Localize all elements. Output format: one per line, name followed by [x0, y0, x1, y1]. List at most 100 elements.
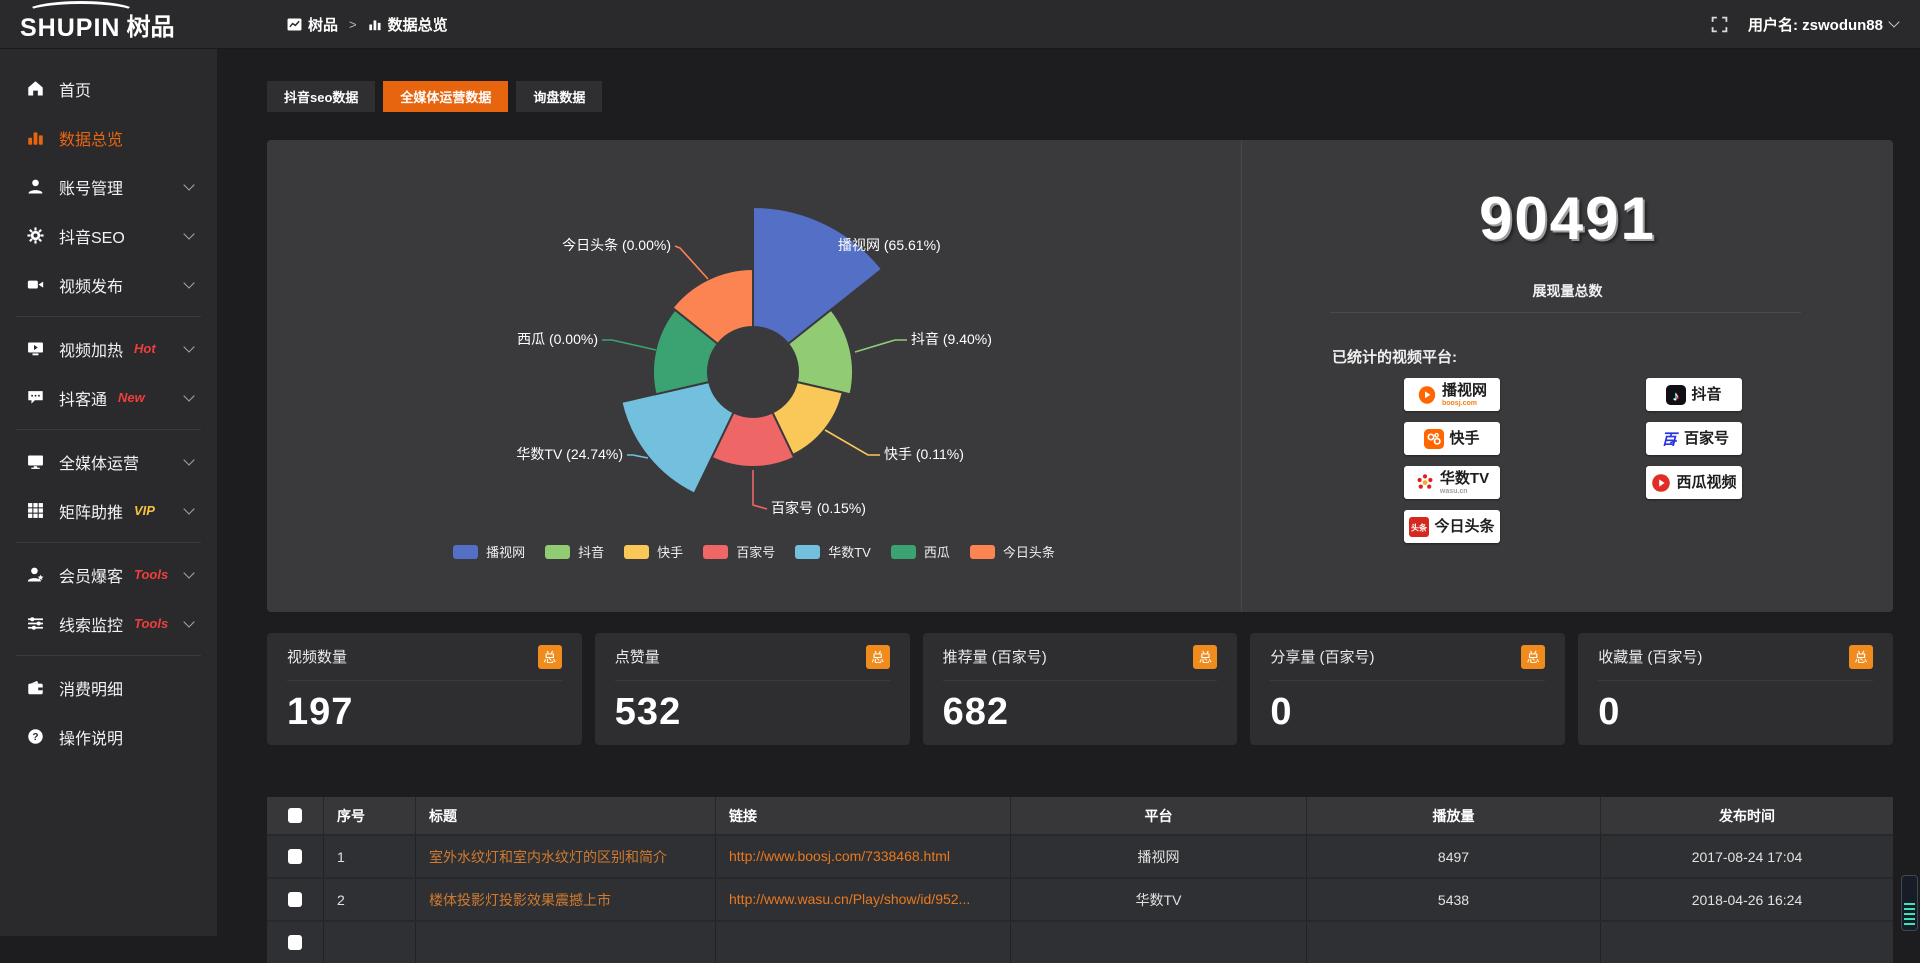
- sidebar-item-1[interactable]: 首页: [0, 64, 217, 113]
- table-row-partial: [267, 922, 1893, 963]
- platform-badge-text: 百家号: [1684, 431, 1729, 446]
- tab-3[interactable]: 询盘数据: [516, 81, 602, 112]
- row-checkbox-cell: [267, 836, 323, 877]
- sidebar-item-6[interactable]: 视频加热 Hot: [0, 324, 217, 373]
- legend-label: 抖音: [578, 542, 604, 561]
- pie-label-line: [627, 455, 648, 458]
- legend-item-播视网[interactable]: 播视网: [453, 542, 525, 561]
- row-checkbox[interactable]: [288, 892, 302, 907]
- svg-text:头条: 头条: [1411, 522, 1428, 532]
- rose-pie-chart: 播视网 (65.61%)抖音 (9.40%)快手 (0.11%)百家号 (0.1…: [267, 140, 1241, 540]
- user-menu[interactable]: 用户名: zswodun88: [1748, 14, 1898, 35]
- stat-card-value: 0: [1270, 691, 1545, 734]
- stat-card-3: 推荐量 (百家号)总682: [923, 633, 1238, 745]
- legend-swatch: [891, 545, 916, 559]
- pie-label-播视网: 播视网 (65.61%): [838, 237, 941, 253]
- stat-card-title: 视频数量: [287, 646, 347, 667]
- stat-card-5: 收藏量 (百家号)总0: [1578, 633, 1893, 745]
- line-chart-icon: [287, 18, 302, 31]
- sidebar-item-13[interactable]: ?操作说明: [0, 712, 217, 761]
- logo-arc: [26, 1, 136, 23]
- sidebar-item-label: 视频发布: [59, 273, 123, 297]
- breadcrumb-item-current[interactable]: 数据总览: [368, 14, 448, 35]
- table-header-row: 序号标题链接平台播放量发布时间: [267, 797, 1893, 834]
- column-header-6: 发布时间: [1600, 797, 1893, 834]
- header-checkbox-cell: [267, 797, 323, 834]
- sidebar-item-badge: Tools: [134, 616, 168, 631]
- breadcrumb-item-home[interactable]: 树品: [287, 14, 338, 35]
- row-checkbox[interactable]: [288, 849, 302, 864]
- total-badge: 总: [1193, 645, 1217, 669]
- platform-badge-douyin: ♪♪♪抖音: [1646, 378, 1742, 411]
- top-bar: SHUPIN 树品 树品 > 数据总览 用户名: zswodun88: [0, 0, 1920, 49]
- overview-panel: 播视网 (65.61%)抖音 (9.40%)快手 (0.11%)百家号 (0.1…: [267, 140, 1893, 612]
- cell-link: [715, 922, 1010, 963]
- breadcrumb-label: 数据总览: [388, 14, 448, 35]
- breadcrumb-label: 树品: [308, 14, 338, 35]
- cell-platform: 华数TV: [1010, 879, 1306, 920]
- sidebar-item-12[interactable]: 消费明细: [0, 663, 217, 712]
- sidebar-item-7[interactable]: 抖客通New: [0, 373, 217, 422]
- video-title-link[interactable]: 楼体投影灯投影效果震撼上市: [429, 890, 611, 910]
- cell-title: [415, 922, 715, 963]
- floating-widget[interactable]: [1901, 875, 1918, 931]
- select-all-checkbox[interactable]: [288, 808, 302, 823]
- sidebar-item-4[interactable]: 抖音SEO: [0, 211, 217, 260]
- sidebar-divider: [16, 429, 201, 430]
- total-badge: 总: [1521, 645, 1545, 669]
- cell-index: 2: [323, 879, 415, 920]
- pie-slice-华数TV[interactable]: [621, 382, 733, 494]
- table-row: 1 室外水纹灯和室内水纹灯的区别和简介 http://www.boosj.com/7…: [267, 836, 1893, 877]
- video-url-link[interactable]: http://www.wasu.cn/Play/show/id/952...: [729, 879, 970, 920]
- cell-platform: 播视网: [1010, 836, 1306, 877]
- sidebar-item-badge: Hot: [134, 341, 156, 356]
- video-title-link[interactable]: 室外水纹灯和室内水纹灯的区别和简介: [429, 847, 667, 867]
- cell-index: 1: [323, 836, 415, 877]
- sidebar-item-5[interactable]: 视频发布: [0, 260, 217, 309]
- pie-label-line: [602, 340, 656, 350]
- total-badge: 总: [1849, 645, 1873, 669]
- legend-item-今日头条[interactable]: 今日头条: [970, 542, 1055, 561]
- legend-item-抖音[interactable]: 抖音: [545, 542, 604, 561]
- floating-widget-stripes: [1904, 903, 1915, 927]
- stat-card-header: 点赞量总: [615, 633, 890, 681]
- toutiao-logo-icon: 头条: [1409, 517, 1429, 537]
- sidebar-item-label: 操作说明: [59, 725, 123, 749]
- tab-1[interactable]: 抖音seo数据: [267, 81, 375, 112]
- tab-2[interactable]: 全媒体运营数据: [383, 81, 508, 112]
- platform-badge-text: 西瓜视频: [1676, 475, 1736, 490]
- cell-link: http://www.boosj.com/7338468.html: [715, 836, 1010, 877]
- sidebar-divider: [16, 542, 201, 543]
- legend-item-华数TV[interactable]: 华数TV: [795, 542, 871, 561]
- legend-item-百家号[interactable]: 百家号: [703, 542, 775, 561]
- sidebar-item-label: 消费明细: [59, 676, 123, 700]
- platforms-title: 已统计的视频平台:: [1332, 346, 1457, 367]
- wasu-logo-icon: [1415, 473, 1435, 493]
- data-tabs: 抖音seo数据全媒体运营数据询盘数据: [267, 81, 1893, 112]
- bar-chart-icon: [368, 18, 382, 31]
- platform-badge-boosj: 播视网boosj.com: [1404, 378, 1500, 411]
- sidebar-item-label: 视频加热: [59, 337, 123, 361]
- legend-swatch: [703, 545, 728, 559]
- sidebar-item-8[interactable]: 全媒体运营: [0, 437, 217, 486]
- sidebar-item-2[interactable]: 数据总览: [0, 113, 217, 162]
- pie-label-今日头条: 今日头条 (0.00%): [562, 237, 671, 253]
- stat-card-header: 推荐量 (百家号)总: [943, 633, 1218, 681]
- sidebar-item-11[interactable]: 线索监控Tools: [0, 599, 217, 648]
- sidebar-item-3[interactable]: 账号管理: [0, 162, 217, 211]
- sidebar-item-10[interactable]: 会员爆客Tools: [0, 550, 217, 599]
- legend-item-快手[interactable]: 快手: [624, 542, 683, 561]
- legend-item-西瓜[interactable]: 西瓜: [891, 542, 950, 561]
- user-star-icon: [27, 566, 44, 583]
- column-header-1: 序号: [323, 797, 415, 834]
- legend-swatch: [795, 545, 820, 559]
- cell-time: 2017-08-24 17:04: [1600, 836, 1893, 877]
- video-url-link[interactable]: http://www.boosj.com/7338468.html: [729, 836, 950, 877]
- fullscreen-button[interactable]: [1711, 16, 1728, 33]
- pie-label-西瓜: 西瓜 (0.00%): [517, 331, 598, 347]
- chevron-down-icon: [183, 179, 194, 190]
- topbar-right: 用户名: zswodun88: [1711, 14, 1920, 35]
- row-checkbox[interactable]: [288, 935, 302, 950]
- sidebar-item-9[interactable]: 矩阵助推VIP: [0, 486, 217, 535]
- pie-label-line: [753, 470, 767, 509]
